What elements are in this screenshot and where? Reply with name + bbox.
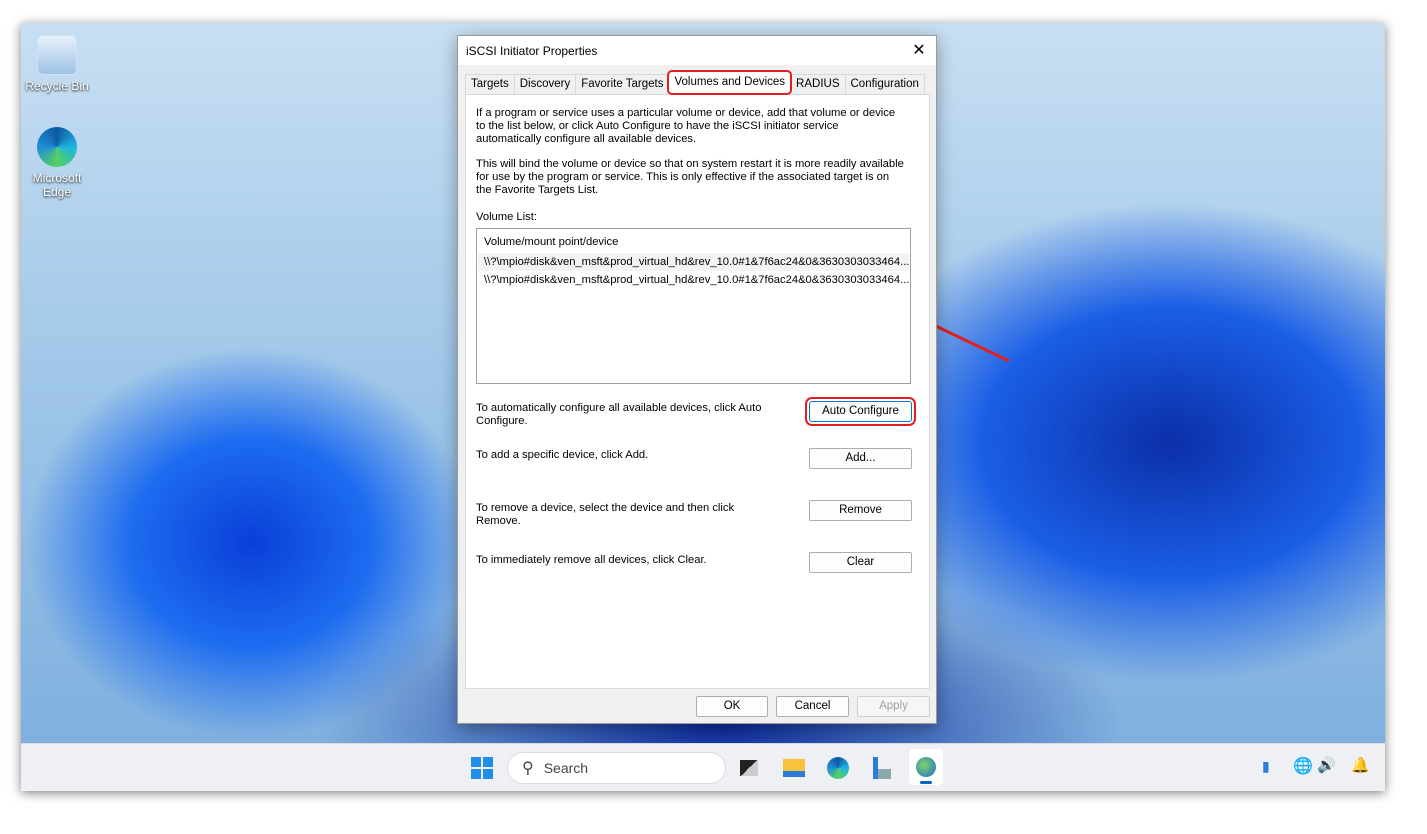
volume-list[interactable]: Volume/mount point/device \\?\mpio#disk&… [476,228,911,384]
cancel-button[interactable]: Cancel [776,696,849,717]
edge-label: Microsoft Edge [32,171,82,199]
file-explorer-button[interactable] [779,753,809,783]
server-manager-button[interactable] [867,753,897,783]
tab-bar: Targets Discovery Favorite Targets Volum… [465,70,925,95]
apply-button[interactable]: Apply [857,696,930,717]
remove-button[interactable]: Remove [809,500,912,521]
recycle-bin-shortcut[interactable]: Recycle Bin [22,35,92,93]
task-view-button[interactable] [734,753,764,783]
edge-taskbar-button[interactable] [823,753,853,783]
recycle-bin-icon [37,35,77,75]
windows-logo-icon [471,757,493,779]
recycle-bin-label: Recycle Bin [25,79,89,93]
taskbar-search[interactable]: ⚲ Search [507,752,726,784]
search-placeholder: Search [543,760,589,776]
tab-favorite-targets[interactable]: Favorite Targets [575,74,670,94]
clear-text: To immediately remove all devices, click… [476,554,707,566]
dialog-title: iSCSI Initiator Properties [466,43,598,58]
auto-configure-button[interactable]: Auto Configure [805,397,916,426]
volume-icon[interactable]: 🔊 [1317,756,1336,774]
bind-info-text: This will bind the volume or device so t… [476,158,904,196]
toolbox-icon [873,757,891,779]
add-text: To add a specific device, click Add. [476,449,649,461]
iscsi-properties-dialog: iSCSI Initiator Properties ✕ Targets Dis… [457,35,937,724]
volume-list-item[interactable]: \\?\mpio#disk&ven_msft&prod_virtual_hd&r… [478,271,909,289]
notification-bell-icon[interactable]: 🔔 [1351,756,1370,774]
ok-button[interactable]: OK [696,696,768,717]
globe-icon [916,757,936,777]
remove-text: To remove a device, select the device an… [476,502,735,527]
clear-button[interactable]: Clear [809,552,912,573]
edge-shortcut[interactable]: Microsoft Edge [22,127,92,199]
tab-discovery[interactable]: Discovery [513,74,577,94]
volume-list-label: Volume List: [476,211,537,223]
edge-icon [827,757,849,779]
task-view-icon [740,760,758,776]
tab-volumes-and-devices[interactable]: Volumes and Devices [667,70,793,95]
network-tray-icon[interactable]: ▮ [1262,758,1270,775]
iscsi-taskbar-button[interactable] [909,749,943,785]
volume-list-item[interactable]: \\?\mpio#disk&ven_msft&prod_virtual_hd&r… [478,253,909,271]
tab-configuration[interactable]: Configuration [844,74,925,94]
tab-radius[interactable]: RADIUS [790,74,846,94]
add-button[interactable]: Add... [809,448,912,469]
folder-icon [783,759,805,777]
language-globe-icon[interactable]: 🌐 [1293,756,1313,776]
start-button[interactable] [467,753,497,783]
tab-targets[interactable]: Targets [465,74,515,94]
taskbar: ⚲ Search ▮ 🌐 🔊 🔔 [21,743,1385,791]
intro-text: If a program or service uses a particula… [476,107,896,145]
edge-icon [37,127,77,167]
list-column-header[interactable]: Volume/mount point/device [478,233,909,251]
title-bar: iSCSI Initiator Properties [458,36,936,65]
volumes-panel: If a program or service uses a particula… [465,94,930,689]
auto-configure-text: To automatically configure all available… [476,402,762,427]
search-icon: ⚲ [522,760,534,777]
close-icon[interactable]: ✕ [908,40,930,62]
